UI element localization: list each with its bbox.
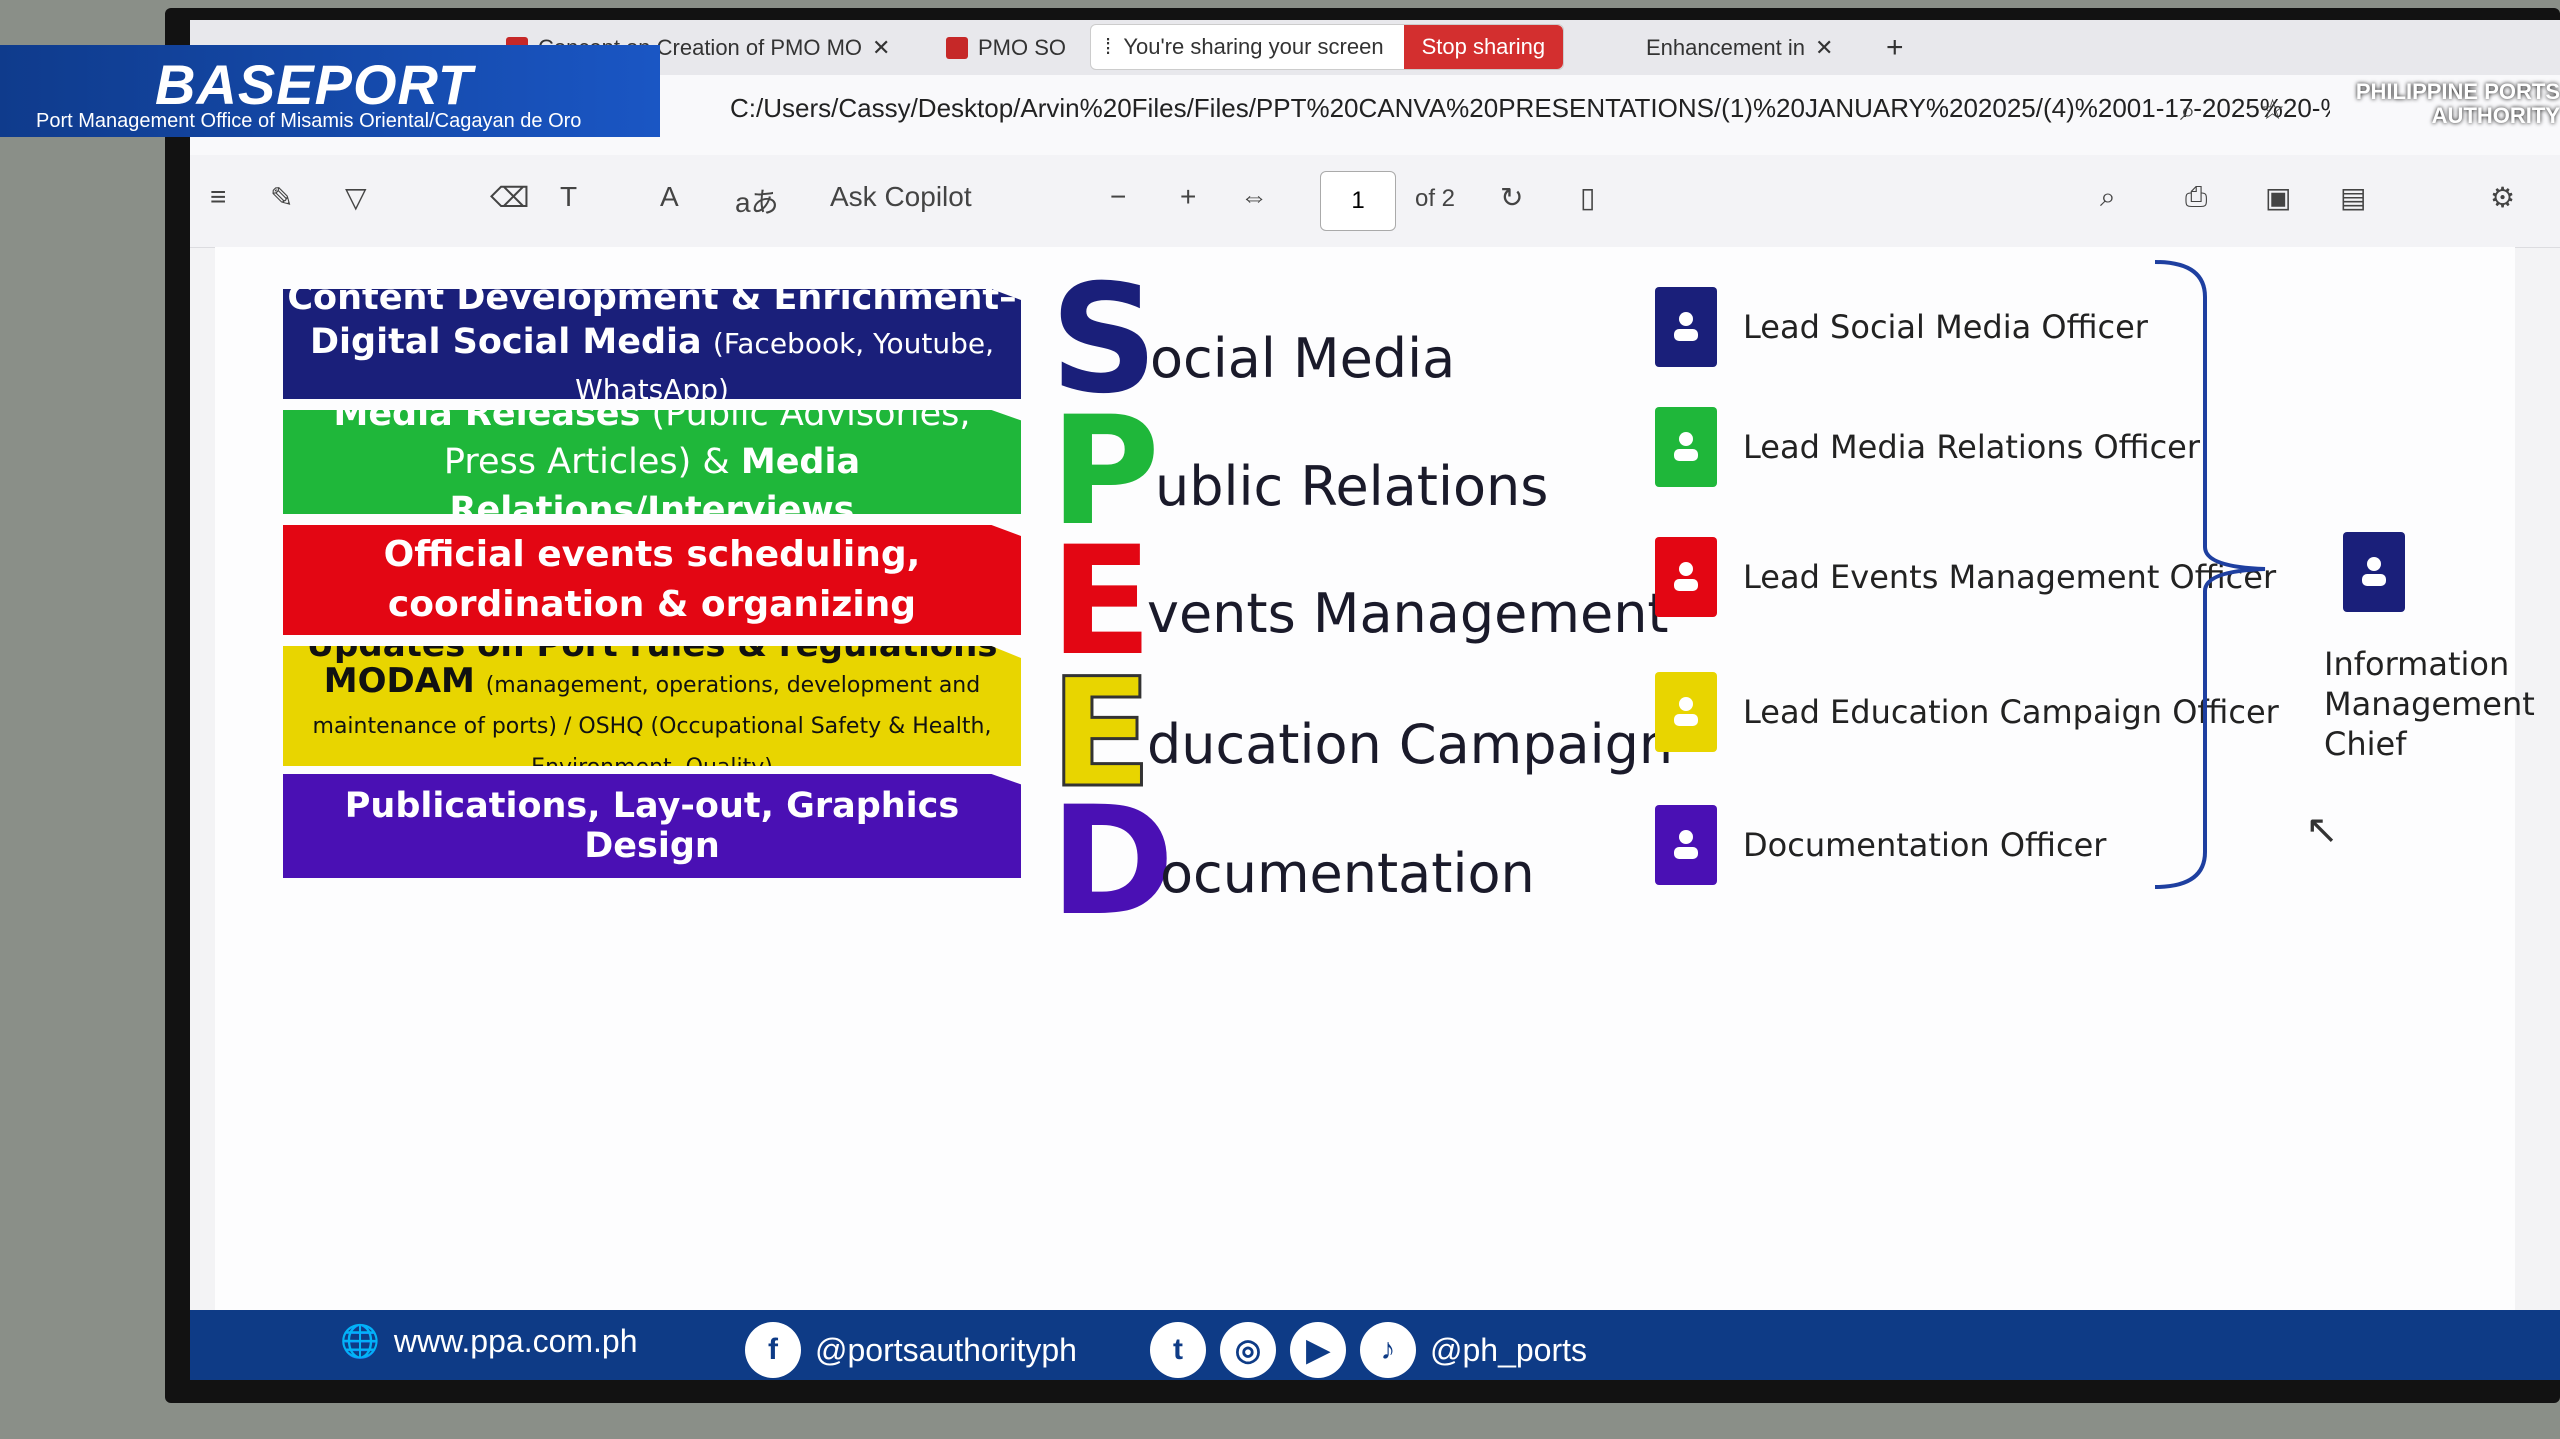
- tab-label: Enhancement in: [1646, 35, 1805, 60]
- close-icon[interactable]: ✕: [1815, 35, 1833, 61]
- stop-sharing-button[interactable]: Stop sharing: [1403, 25, 1564, 69]
- officer-social-media: Lead Social Media Officer: [1655, 287, 2148, 367]
- tab-pmo-so[interactable]: PMO SO: [930, 28, 1082, 68]
- pdf-toolbar: ≡ ✎ ▽ ⌫ T A aあ Ask Copilot − + ⇔ 1 of 2 …: [190, 155, 2560, 248]
- monitor-screen: Concept on Creation of PMO MO ✕ PMO SO ⁞ …: [190, 20, 2560, 1380]
- screen-share-bar: ⁞ You're sharing your screen Stop sharing: [1090, 24, 1565, 70]
- officer-documentation: Documentation Officer: [1655, 805, 2106, 885]
- officer-label: Lead Social Media Officer: [1743, 308, 2148, 346]
- information-management-chief: Information Management Chief: [2324, 645, 2535, 763]
- facebook-icon: f: [745, 1322, 801, 1378]
- translate-icon[interactable]: aあ: [735, 181, 779, 221]
- youtube-icon: ▶: [1290, 1322, 1346, 1378]
- officer-label: Lead Media Relations Officer: [1743, 428, 2201, 466]
- facebook-text: @portsauthorityph: [815, 1331, 1077, 1368]
- highlight-icon[interactable]: ✎: [270, 181, 293, 214]
- bracket-brace: [2154, 260, 2266, 889]
- id-badge-icon: [1655, 537, 1717, 617]
- save-as-icon[interactable]: ▤: [2340, 181, 2366, 214]
- page-view-icon[interactable]: ▯: [1580, 181, 1595, 214]
- ask-copilot-button[interactable]: Ask Copilot: [830, 181, 972, 213]
- box-media-releases: Media Releases (Public Advisories, Press…: [283, 410, 1021, 514]
- baseport-subtitle: Port Management Office of Misamis Orient…: [36, 110, 582, 132]
- officer-media-relations: Lead Media Relations Officer: [1655, 407, 2200, 487]
- id-badge-icon: [1655, 287, 1717, 367]
- favorite-icon[interactable]: ☆: [2260, 93, 2285, 126]
- rotate-icon[interactable]: ↻: [1500, 181, 1523, 214]
- box-updates-port-rules: Updates on Port rules & regulations MODAM…: [283, 646, 1021, 766]
- box-publications: Publications, Lay-out, Graphics Design: [283, 774, 1021, 878]
- grip-icon: ⁞: [1105, 34, 1112, 59]
- pdf-page: Content Development & Enrichment– Digita…: [215, 247, 2535, 1327]
- page-number-input[interactable]: 1: [1320, 171, 1396, 231]
- box-bold-text: Publications, Lay-out, Graphics Design: [344, 786, 960, 866]
- speed-word-public-relations: ublic Relations: [1155, 455, 1549, 518]
- baseport-title: BASEPORT: [155, 53, 474, 116]
- id-badge-icon: [1655, 407, 1717, 487]
- box-bold-text-2: MODAM: [323, 660, 475, 701]
- search-icon[interactable]: ⌕: [2100, 181, 2116, 214]
- box-normal-text: (Public Advisories, Press Articles) &: [443, 394, 971, 482]
- box-official-events: Official events scheduling, coordination…: [283, 525, 1021, 635]
- box-content-development: Content Development & Enrichment– Digita…: [283, 289, 1021, 399]
- fit-width-icon[interactable]: ⇔: [1240, 181, 1268, 213]
- pdf-icon: [946, 37, 968, 59]
- settings-icon[interactable]: ⚙: [2490, 181, 2515, 214]
- officer-label: Documentation Officer: [1743, 826, 2107, 864]
- zoom-out-icon[interactable]: −: [1110, 181, 1126, 213]
- tab-label: PMO SO: [978, 35, 1067, 60]
- speed-word-education-campaign: ducation Campaign: [1147, 713, 1674, 776]
- eraser-icon[interactable]: ⌫: [490, 181, 530, 214]
- cursor-icon: ↖: [2305, 808, 2339, 852]
- box-bold-text: Official events scheduling, coordination…: [383, 534, 921, 625]
- speed-word-documentation: ocumentation: [1160, 842, 1535, 905]
- ppa-logo-text: PHILIPPINE PORTS AUTHORITY: [2355, 79, 2560, 128]
- text-icon[interactable]: T: [560, 181, 577, 213]
- globe-icon: 🌐: [340, 1323, 380, 1359]
- save-icon[interactable]: ▣: [2265, 181, 2291, 214]
- tiktok-icon: ♪: [1360, 1322, 1416, 1378]
- social-handle-text: @ph_ports: [1430, 1331, 1588, 1368]
- social-links[interactable]: t ◎ ▶ ♪ @ph_ports: [1150, 1322, 1587, 1378]
- twitter-icon: t: [1150, 1322, 1206, 1378]
- id-badge-icon: [1655, 805, 1717, 885]
- print-icon[interactable]: ⎙: [2185, 181, 2207, 214]
- url-field[interactable]: C:/Users/Cassy/Desktop/Arvin%20Files/Fil…: [730, 93, 2330, 124]
- slide-footer: 🌐 www.ppa.com.ph f @portsauthorityph t ◎ ▶…: [190, 1310, 2560, 1380]
- page-count: of 2: [1415, 185, 1456, 212]
- tab-enhancement[interactable]: Enhancement in ✕: [1630, 28, 1849, 68]
- chief-badge-icon: [2343, 532, 2405, 612]
- close-icon[interactable]: ✕: [872, 35, 890, 61]
- zoom-in-icon[interactable]: +: [1180, 181, 1196, 213]
- sharing-text: You're sharing your screen: [1123, 34, 1384, 59]
- box-bold-text: Media Releases: [333, 394, 641, 434]
- read-aloud-icon[interactable]: A: [660, 181, 679, 213]
- facebook-link[interactable]: f @portsauthorityph: [745, 1322, 1077, 1378]
- website-link[interactable]: 🌐 www.ppa.com.ph: [340, 1322, 638, 1360]
- draw-icon[interactable]: ▽: [345, 181, 367, 214]
- new-tab-button[interactable]: +: [1870, 28, 1920, 68]
- speed-letter-d: D: [1050, 775, 1175, 949]
- instagram-icon: ◎: [1220, 1322, 1276, 1378]
- id-badge-icon: [1655, 672, 1717, 752]
- speed-word-events-management: vents Management: [1147, 582, 1669, 645]
- menu-icon[interactable]: ≡: [210, 181, 226, 213]
- speed-word-social-media: ocial Media: [1150, 327, 1456, 390]
- zoom-icon[interactable]: ⌕: [2180, 95, 2196, 128]
- website-text: www.ppa.com.ph: [393, 1322, 638, 1359]
